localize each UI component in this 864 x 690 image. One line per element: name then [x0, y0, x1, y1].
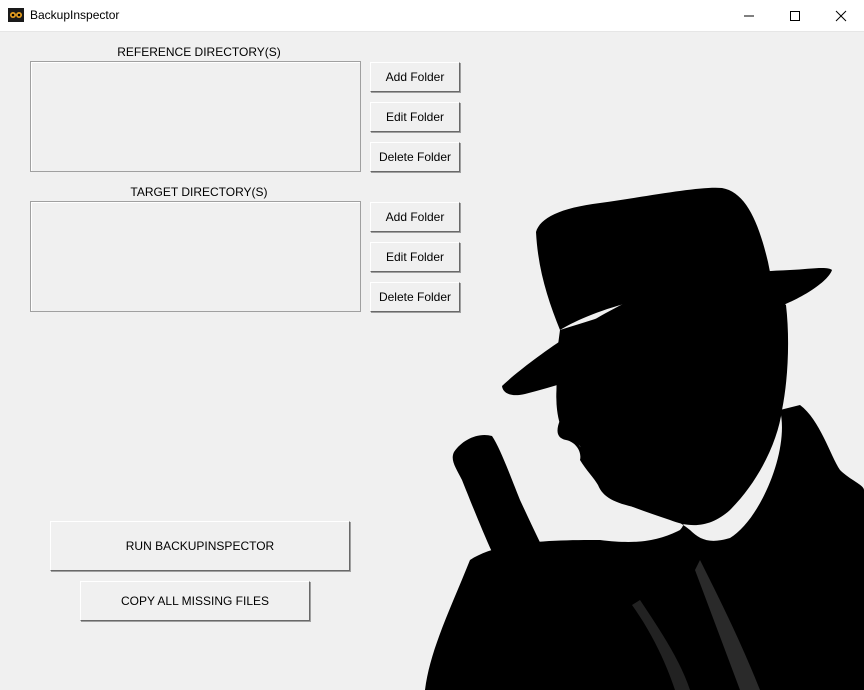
reference-add-folder-button[interactable]: Add Folder — [370, 62, 460, 92]
reference-directory-label: REFERENCE DIRECTORY(S) — [117, 45, 281, 59]
target-delete-folder-button[interactable]: Delete Folder — [370, 282, 460, 312]
run-backupinspector-button[interactable]: RUN BACKUPINSPECTOR — [50, 521, 350, 571]
target-edit-folder-button[interactable]: Edit Folder — [370, 242, 460, 272]
target-add-folder-button[interactable]: Add Folder — [370, 202, 460, 232]
reference-delete-folder-button[interactable]: Delete Folder — [370, 142, 460, 172]
target-directory-label: TARGET DIRECTORY(S) — [130, 185, 268, 199]
reference-directory-list[interactable] — [30, 61, 361, 172]
reference-edit-folder-button[interactable]: Edit Folder — [370, 102, 460, 132]
target-directory-list[interactable] — [30, 201, 361, 312]
copy-missing-files-button[interactable]: COPY ALL MISSING FILES — [80, 581, 310, 621]
